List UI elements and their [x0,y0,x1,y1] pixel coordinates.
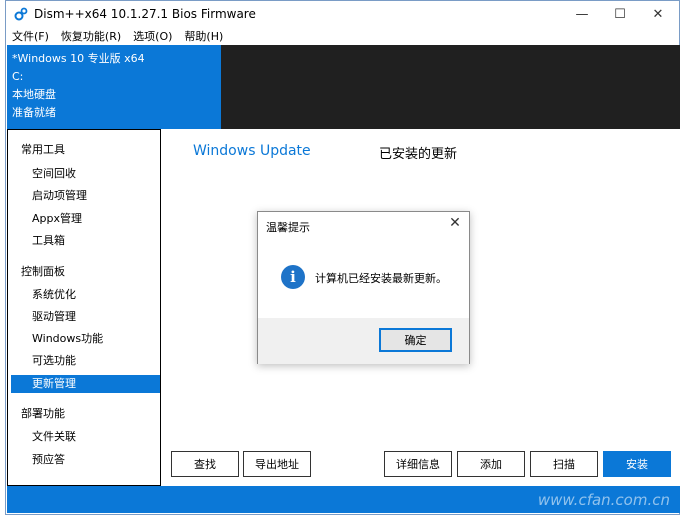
dialog-close-icon[interactable]: ✕ [447,215,463,231]
watermark: www.cfan.com.cn [537,491,670,509]
sidebar-item-startup[interactable]: 启动项管理 [32,187,87,205]
tab-installed-updates[interactable]: 已安装的更新 [379,143,457,162]
dialog-footer: 确定 [258,318,469,364]
minimize-button[interactable]: — [564,1,600,27]
add-button[interactable]: 添加 [457,451,525,477]
sidebar-item-appx[interactable]: Appx管理 [32,210,82,228]
sidebar-item-optional-features[interactable]: 可选功能 [32,352,76,370]
sidebar-item-windows-features[interactable]: Windows功能 [32,330,103,348]
menu-options[interactable]: 选项(O) [127,27,178,45]
sidebar-group-deploy: 部署功能 [21,407,65,420]
dialog-message: 计算机已经安装最新更新。 [315,272,447,285]
session-panel [221,45,680,129]
sidebar-group-control-panel: 控制面板 [21,265,65,278]
status-bar: www.cfan.com.cn [7,486,680,513]
system-info-panel[interactable]: *Windows 10 专业版 x64 C: 本地硬盘 准备就绪 [7,45,221,129]
export-address-button[interactable]: 导出地址 [243,451,311,477]
scan-button[interactable]: 扫描 [530,451,598,477]
window-title: Dism++x64 10.1.27.1 Bios Firmware [34,7,256,21]
sidebar-group-common-tools: 常用工具 [21,143,65,156]
status-label: 准备就绪 [12,106,56,119]
find-button[interactable]: 查找 [171,451,239,477]
menu-file[interactable]: 文件(F) [6,27,55,45]
info-dialog: 温馨提示 ✕ i 计算机已经安装最新更新。 确定 [257,211,470,364]
title-bar: Dism++x64 10.1.27.1 Bios Firmware — ☐ ✕ [6,1,679,27]
drive-label: C: [12,70,24,83]
install-button[interactable]: 安装 [603,451,671,477]
sidebar-item-answer-file[interactable]: 预应答 [32,451,65,469]
ok-button[interactable]: 确定 [379,328,452,352]
info-icon: i [281,265,305,289]
sidebar-item-drivers[interactable]: 驱动管理 [32,308,76,326]
os-label: *Windows 10 专业版 x64 [12,52,145,65]
gear-icon [14,7,28,21]
sidebar-item-toolbox[interactable]: 工具箱 [32,232,65,250]
maximize-button[interactable]: ☐ [602,1,638,27]
tab-windows-update[interactable]: Windows Update [193,143,311,159]
close-button[interactable]: ✕ [640,1,676,27]
sidebar-item-update-management[interactable]: 更新管理 [11,375,160,393]
menu-restore[interactable]: 恢复功能(R) [55,27,127,45]
sidebar-item-optimize[interactable]: 系统优化 [32,286,76,304]
sidebar: 常用工具 空间回收 启动项管理 Appx管理 工具箱 控制面板 系统优化 驱动管… [7,129,161,486]
disk-type-label: 本地硬盘 [12,88,56,101]
details-button[interactable]: 详细信息 [384,451,452,477]
menu-bar: 文件(F) 恢复功能(R) 选项(O) 帮助(H) [6,27,679,45]
sidebar-item-space-reclaim[interactable]: 空间回收 [32,165,76,183]
dialog-title: 温馨提示 [266,221,310,234]
sidebar-item-file-association[interactable]: 文件关联 [32,428,76,446]
menu-help[interactable]: 帮助(H) [178,27,229,45]
